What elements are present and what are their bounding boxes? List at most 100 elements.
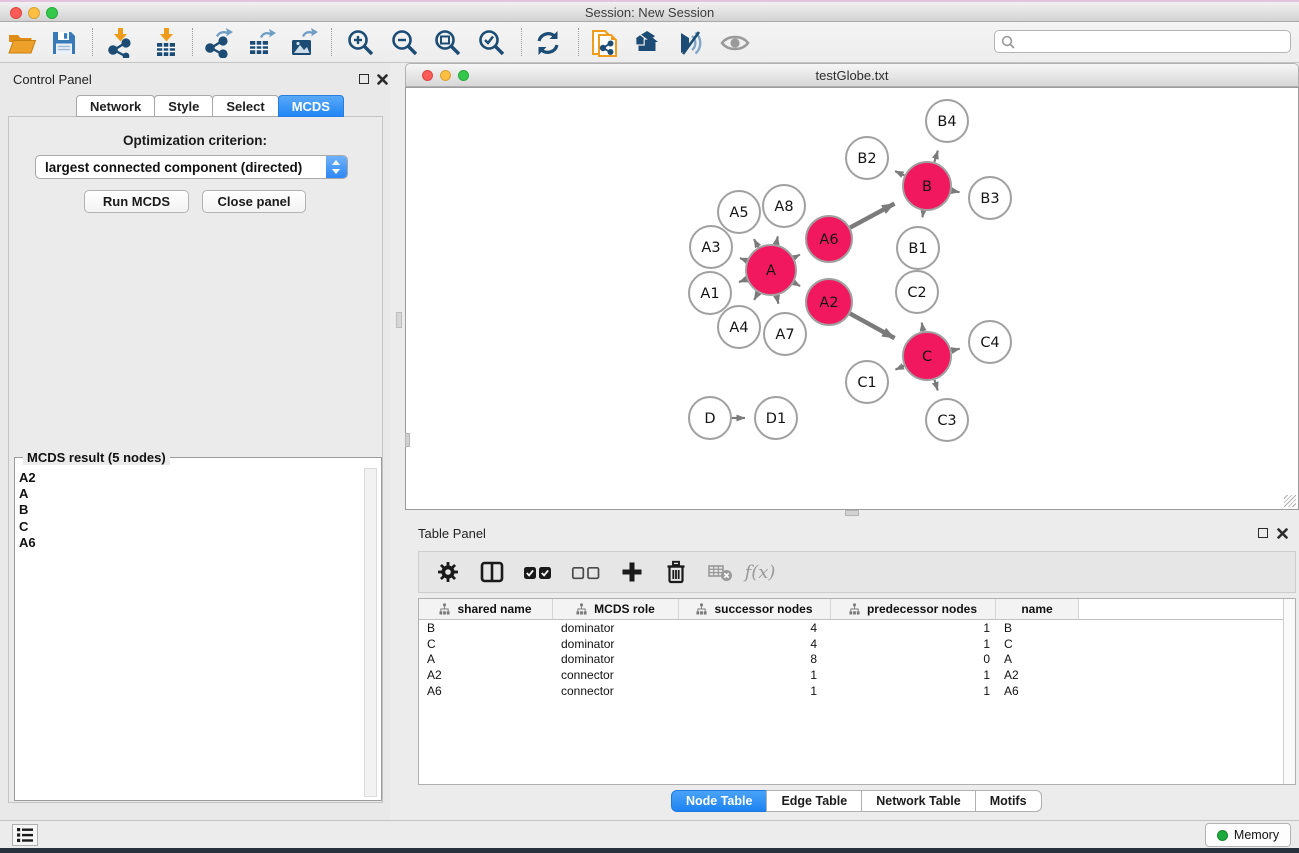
graph-node-A5[interactable]: A5 — [718, 191, 760, 233]
graph-edge-B-B1[interactable] — [922, 211, 923, 218]
graph-node-A8[interactable]: A8 — [763, 185, 805, 227]
table-cell[interactable]: dominator — [553, 637, 679, 651]
import-table-icon[interactable] — [149, 26, 183, 60]
graph-node-A6[interactable]: A6 — [806, 216, 852, 262]
graph-edge-A-A5[interactable] — [754, 239, 758, 247]
close-panel-icon[interactable] — [377, 74, 388, 85]
result-item[interactable]: C — [19, 519, 361, 535]
graph-edge-A6-B[interactable] — [850, 204, 894, 228]
graph-edge-A-A1[interactable] — [739, 279, 747, 282]
vertical-scroll-thumb[interactable] — [405, 433, 410, 447]
table-cell[interactable]: 1 — [679, 684, 831, 698]
close-table-panel-icon[interactable] — [1277, 528, 1288, 539]
table-scrollbar[interactable] — [1283, 599, 1295, 784]
function-builder-icon[interactable]: f(x) — [745, 557, 775, 587]
table-cell[interactable]: 1 — [831, 637, 996, 651]
table-row[interactable]: Cdominator41C — [419, 636, 1282, 652]
export-network-icon[interactable] — [201, 26, 235, 60]
column-header-predecessor-nodes[interactable]: predecessor nodes — [831, 599, 996, 620]
trash-icon[interactable] — [661, 557, 691, 587]
result-scrollbar[interactable] — [364, 468, 377, 797]
table-row[interactable]: A2connector11A2 — [419, 667, 1282, 683]
unchecked-boxes-icon[interactable] — [569, 557, 603, 587]
refresh-icon[interactable] — [531, 26, 565, 60]
graph-node-C4[interactable]: C4 — [969, 321, 1011, 363]
table-cell[interactable]: A2 — [419, 668, 553, 682]
result-item[interactable]: A6 — [19, 535, 361, 551]
column-header-mcds-role[interactable]: MCDS role — [553, 599, 679, 620]
table-cell[interactable]: dominator — [553, 652, 679, 666]
graph-node-B1[interactable]: B1 — [897, 227, 939, 269]
table-row[interactable]: Adominator80A — [419, 651, 1282, 667]
graph-edge-B-B4[interactable] — [934, 151, 938, 162]
tab-style[interactable]: Style — [154, 95, 213, 117]
import-network-icon[interactable] — [103, 26, 137, 60]
run-mcds-button[interactable]: Run MCDS — [84, 190, 189, 213]
graph-node-C2[interactable]: C2 — [896, 271, 938, 313]
graph-edge-C-C3[interactable] — [934, 380, 937, 391]
tab-edge-table[interactable]: Edge Table — [766, 790, 862, 812]
graph-edge-A-A3[interactable] — [740, 258, 747, 261]
graph-node-B[interactable]: B — [903, 162, 951, 210]
tab-select[interactable]: Select — [212, 95, 278, 117]
zoom-out-icon[interactable] — [388, 26, 422, 60]
search-input[interactable] — [994, 30, 1291, 53]
column-header-successor-nodes[interactable]: successor nodes — [679, 599, 831, 620]
graph-node-D[interactable]: D — [689, 397, 731, 439]
criterion-select[interactable]: largest connected component (directed) — [35, 155, 348, 179]
add-column-icon[interactable] — [617, 557, 647, 587]
delete-table-icon[interactable] — [705, 557, 735, 587]
graph-edge-A-A7[interactable] — [777, 295, 779, 303]
table-cell[interactable]: C — [996, 637, 1079, 651]
resize-grip[interactable] — [1284, 495, 1296, 507]
graph-node-A4[interactable]: A4 — [718, 306, 760, 348]
table-row[interactable]: Bdominator41B — [419, 620, 1282, 636]
result-item[interactable]: A2 — [19, 470, 361, 486]
table-cell[interactable]: 8 — [679, 652, 831, 666]
graph-node-B2[interactable]: B2 — [846, 137, 888, 179]
graph-edge-B-B2[interactable] — [895, 171, 904, 175]
float-panel-icon[interactable] — [359, 74, 369, 84]
table-cell[interactable]: 4 — [679, 621, 831, 635]
table-cell[interactable]: A — [419, 652, 553, 666]
table-cell[interactable]: connector — [553, 668, 679, 682]
graph-edge-C-C2[interactable] — [922, 323, 923, 332]
graph-node-A[interactable]: A — [746, 245, 796, 295]
eye-icon[interactable] — [718, 26, 752, 60]
tab-network-table[interactable]: Network Table — [861, 790, 976, 812]
table-row[interactable]: A6connector11A6 — [419, 683, 1282, 699]
table-cell[interactable]: B — [419, 621, 553, 635]
graph-edge-A-A6[interactable] — [794, 255, 800, 258]
graph-node-A1[interactable]: A1 — [689, 272, 731, 314]
graph-edge-C-C4[interactable] — [951, 349, 959, 351]
close-panel-button[interactable]: Close panel — [202, 190, 306, 213]
table-cell[interactable]: 1 — [831, 684, 996, 698]
memory-button[interactable]: Memory — [1205, 823, 1291, 847]
export-table-icon[interactable] — [244, 26, 278, 60]
split-divider-handle[interactable] — [396, 312, 402, 328]
table-cell[interactable]: A6 — [996, 684, 1079, 698]
session-doc-icon[interactable] — [588, 26, 622, 60]
result-item[interactable]: B — [19, 502, 361, 518]
result-item[interactable]: A — [19, 486, 361, 502]
graph-edge-A-A8[interactable] — [776, 236, 778, 244]
search-text-field[interactable] — [1019, 35, 1290, 49]
hide-panels-icon[interactable] — [673, 26, 707, 60]
open-session-icon[interactable] — [5, 26, 39, 60]
column-header-name[interactable]: name — [996, 599, 1079, 620]
task-history-button[interactable] — [12, 824, 38, 846]
horizontal-scroll-thumb[interactable] — [845, 510, 859, 516]
table-cell[interactable]: A6 — [419, 684, 553, 698]
graph-node-C3[interactable]: C3 — [926, 399, 968, 441]
table-cell[interactable]: A — [996, 652, 1079, 666]
graph-node-A7[interactable]: A7 — [764, 313, 806, 355]
table-cell[interactable]: dominator — [553, 621, 679, 635]
table-cell[interactable]: B — [996, 621, 1079, 635]
graph-node-A3[interactable]: A3 — [690, 226, 732, 268]
graph-edge-B-B3[interactable] — [952, 191, 960, 193]
graph-edge-A-A4[interactable] — [754, 293, 758, 300]
graph-node-D1[interactable]: D1 — [755, 397, 797, 439]
graph-edge-A2-C[interactable] — [850, 314, 895, 339]
table-cell[interactable]: 1 — [831, 621, 996, 635]
save-session-icon[interactable] — [47, 26, 81, 60]
